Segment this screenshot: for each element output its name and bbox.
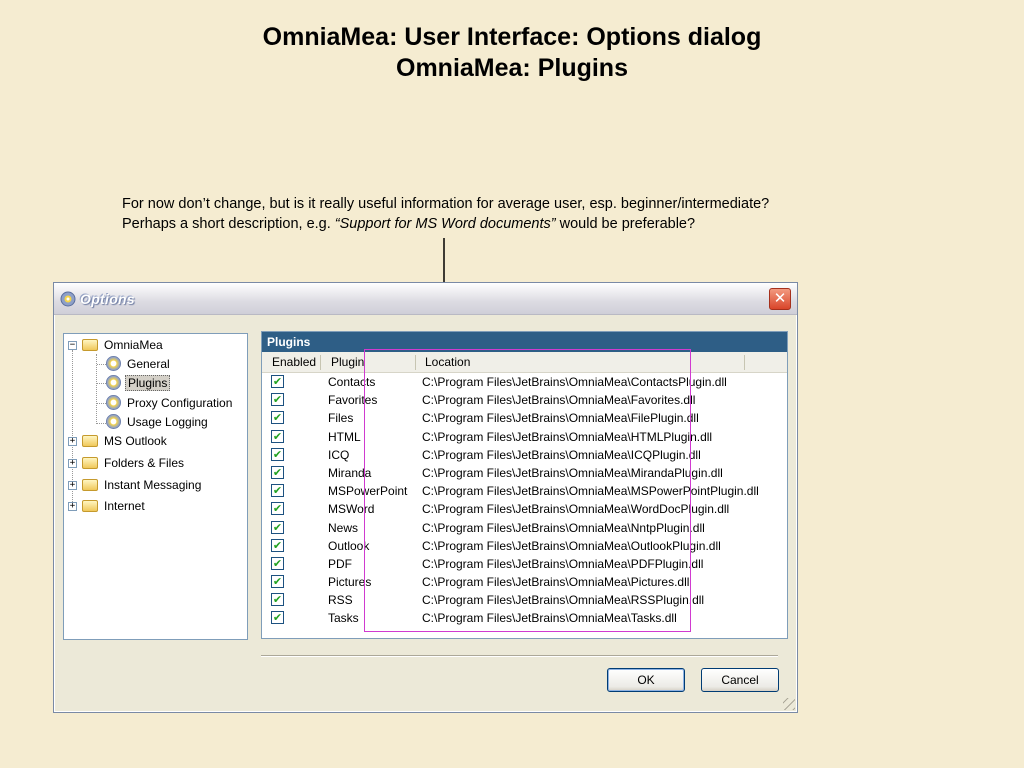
plugin-name-cell: Files xyxy=(328,411,354,426)
enabled-checkbox[interactable]: ✔ xyxy=(271,556,284,570)
tree-item-label: Internet xyxy=(104,499,145,513)
tree-item-label: General xyxy=(127,357,170,371)
tree-item-label: Instant Messaging xyxy=(104,478,202,492)
tree-item-omniamea[interactable]: OmniaMea xyxy=(82,336,165,354)
enabled-checkbox[interactable]: ✔ xyxy=(271,484,284,498)
slide-title-line2: OmniaMea: Plugins xyxy=(396,54,628,82)
ok-button[interactable]: OK xyxy=(607,668,685,692)
tree-item-label: MS Outlook xyxy=(104,434,167,448)
gear-icon xyxy=(106,375,121,390)
enabled-checkbox[interactable]: ✔ xyxy=(271,411,284,425)
enabled-checkbox[interactable]: ✔ xyxy=(271,393,284,407)
enabled-checkbox[interactable]: ✔ xyxy=(271,575,284,589)
annotation-line2-suffix: would be preferable? xyxy=(555,216,696,232)
tree-item-plugins[interactable]: Plugins xyxy=(106,374,171,392)
slide-title: OmniaMea: User Interface: Options dialog… xyxy=(0,22,1024,84)
column-header-plugin[interactable]: Plugin xyxy=(331,352,364,373)
enabled-checkbox[interactable]: ✔ xyxy=(271,502,284,516)
annotation-line2-prefix: Perhaps a short description, e.g. xyxy=(122,216,335,232)
tree-branch-line xyxy=(97,403,106,404)
slide-title-line1: OmniaMea: User Interface: Options dialog xyxy=(262,23,762,51)
folder-icon xyxy=(82,479,98,491)
plugin-name-cell: ICQ xyxy=(328,447,350,462)
options-gear-icon xyxy=(60,291,76,307)
plugin-name-cell: RSS xyxy=(328,593,353,608)
enabled-checkbox[interactable]: ✔ xyxy=(271,465,284,479)
tree-item-proxy-configuration[interactable]: Proxy Configuration xyxy=(106,394,234,412)
enabled-checkbox[interactable]: ✔ xyxy=(271,538,284,552)
folder-icon xyxy=(82,457,98,469)
annotation-note: For now don’t change, but is it really u… xyxy=(122,194,922,234)
folder-icon xyxy=(82,435,98,447)
location-column-highlight-box xyxy=(364,349,691,632)
tree-item-ms-outlook[interactable]: MS Outlook xyxy=(82,432,169,450)
enabled-checkbox[interactable]: ✔ xyxy=(271,429,284,443)
tree-item-label: OmniaMea xyxy=(104,338,163,352)
enabled-checkbox[interactable]: ✔ xyxy=(271,375,284,388)
gear-icon xyxy=(106,414,121,429)
expand-ms-outlook-icon[interactable]: + xyxy=(68,437,77,446)
tree-item-usage-logging[interactable]: Usage Logging xyxy=(106,413,210,431)
enabled-checkbox[interactable]: ✔ xyxy=(271,611,284,625)
options-tree: − OmniaMea General Plugins Proxy Configu… xyxy=(63,333,248,640)
enabled-checkbox[interactable]: ✔ xyxy=(271,593,284,607)
collapse-omniamea-icon[interactable]: − xyxy=(68,341,77,350)
resize-grip[interactable] xyxy=(783,698,795,710)
expand-folders-files-icon[interactable]: + xyxy=(68,459,77,468)
enabled-checkbox[interactable]: ✔ xyxy=(271,520,284,534)
plugin-name-cell: Tasks xyxy=(328,611,359,626)
window-title: Options xyxy=(80,291,135,307)
column-separator[interactable] xyxy=(744,355,745,370)
tree-item-instant-messaging[interactable]: Instant Messaging xyxy=(82,476,203,494)
plugin-name-cell: News xyxy=(328,520,359,535)
tree-item-label: Proxy Configuration xyxy=(127,396,233,410)
tree-branch-line xyxy=(97,383,106,384)
annotation-line2: Perhaps a short description, e.g. “Suppo… xyxy=(122,214,922,234)
expand-instant-messaging-icon[interactable]: + xyxy=(68,481,77,490)
tree-item-label: Folders & Files xyxy=(104,456,185,470)
close-button[interactable]: ✕ xyxy=(769,288,791,310)
column-separator[interactable] xyxy=(320,355,321,370)
expand-internet-icon[interactable]: + xyxy=(68,502,77,511)
plugin-name-cell: HTML xyxy=(328,429,361,444)
annotation-line1: For now don’t change, but is it really u… xyxy=(122,196,770,212)
tree-branch-line xyxy=(97,364,106,365)
column-header-enabled[interactable]: Enabled xyxy=(272,352,316,373)
tree-item-label: Usage Logging xyxy=(127,415,208,429)
gear-icon xyxy=(106,395,121,410)
plugin-name-cell: PDF xyxy=(328,556,352,571)
folder-open-icon xyxy=(82,339,98,351)
tree-branch-line xyxy=(97,423,106,424)
enabled-checkbox[interactable]: ✔ xyxy=(271,447,284,461)
annotation-quote: “Support for MS Word documents” xyxy=(334,216,556,232)
title-bar[interactable]: Options ✕ xyxy=(54,283,797,315)
gear-icon xyxy=(106,356,121,371)
tree-item-label-selected: Plugins xyxy=(125,375,171,391)
tree-item-internet[interactable]: Internet xyxy=(82,497,147,515)
divider xyxy=(261,655,778,657)
tree-item-general[interactable]: General xyxy=(106,355,172,373)
tree-item-folders-files[interactable]: Folders & Files xyxy=(82,454,186,472)
folder-icon xyxy=(82,500,98,512)
cancel-button[interactable]: Cancel xyxy=(701,668,779,692)
